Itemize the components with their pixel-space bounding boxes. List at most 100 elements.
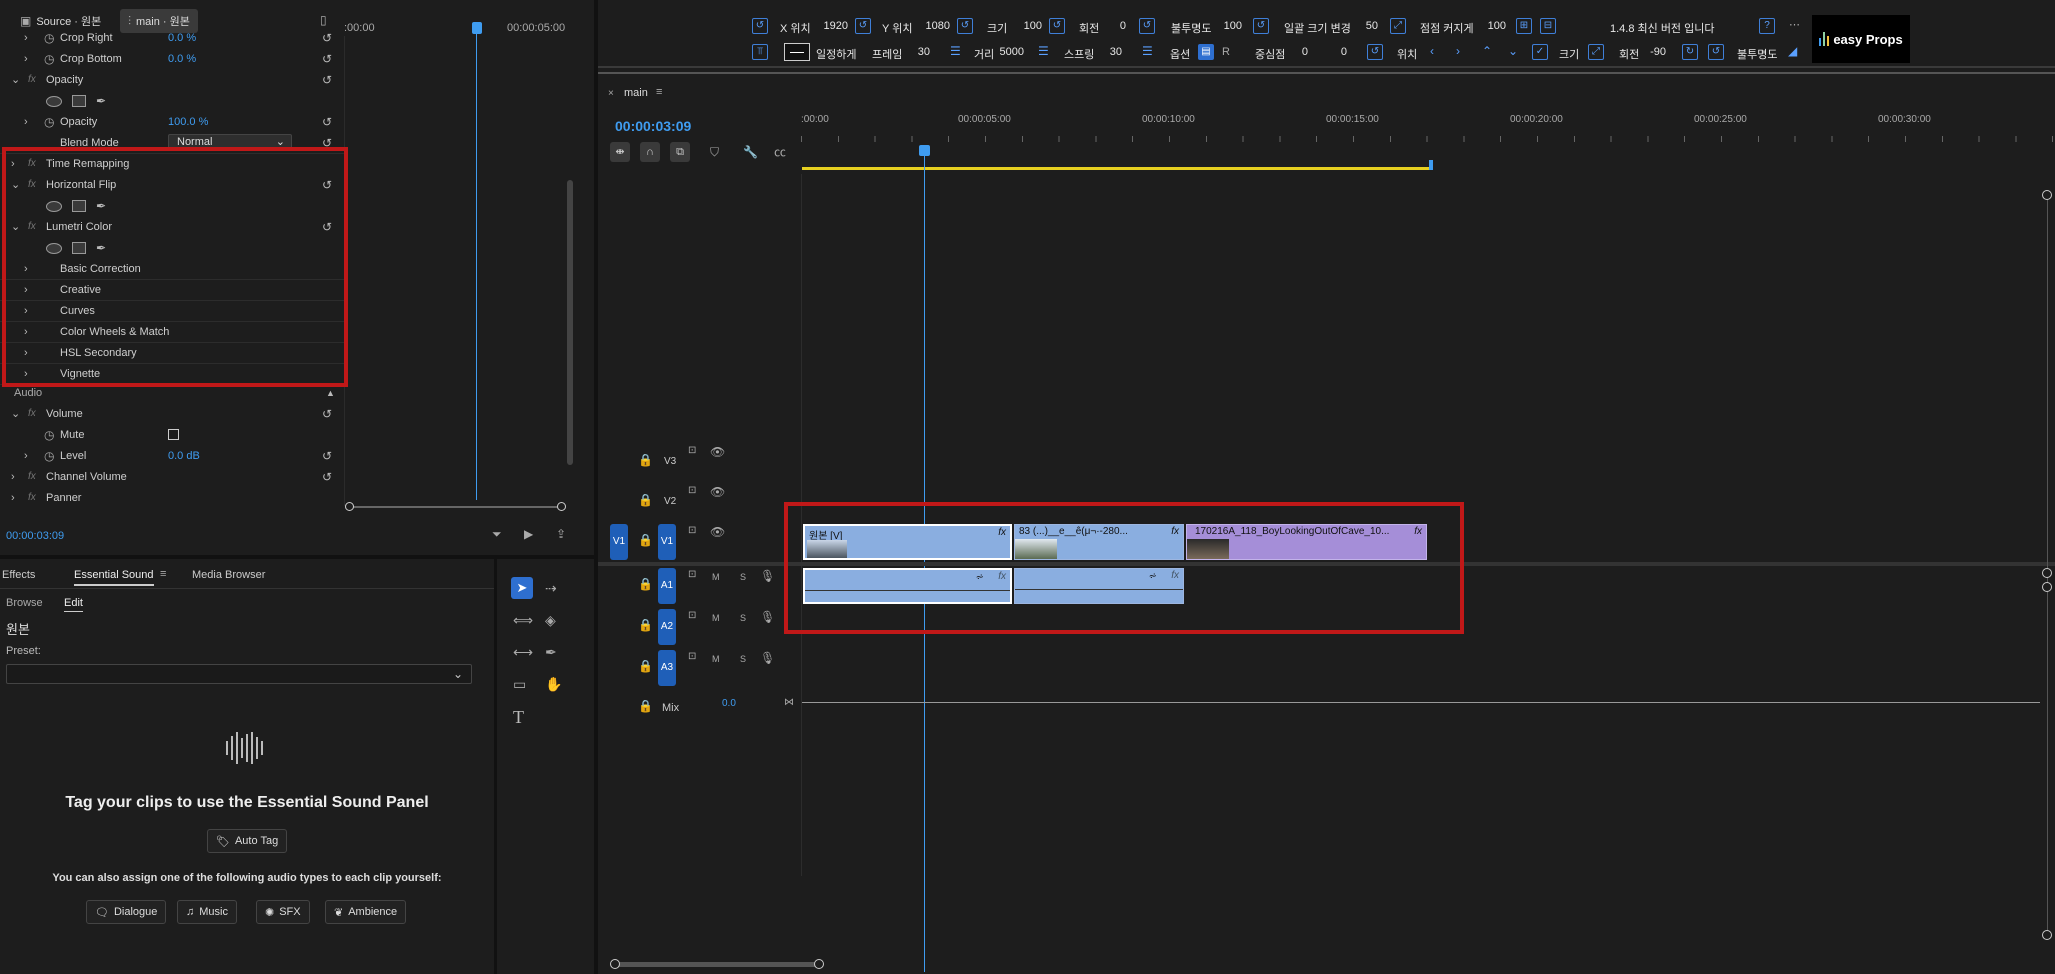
grow-icon[interactable]: ⊞ bbox=[1516, 18, 1532, 34]
eye-icon[interactable]: 👁 bbox=[710, 446, 725, 458]
fx-icon[interactable]: fx bbox=[28, 74, 36, 85]
rotate-value[interactable]: 0 bbox=[1106, 20, 1126, 32]
magnet-tool-icon[interactable]: ∩ bbox=[640, 142, 660, 162]
panner-row[interactable]: › fx Panner bbox=[0, 487, 344, 508]
reset-rotate-icon[interactable]: ↺ bbox=[1139, 18, 1155, 34]
timeline-vertical-scroll[interactable] bbox=[2047, 194, 2048, 934]
work-area-bar[interactable] bbox=[802, 167, 1429, 170]
rectangle-mask-icon[interactable] bbox=[72, 95, 86, 107]
track-target-a2[interactable]: A2 bbox=[658, 609, 676, 645]
collapse-up-icon[interactable]: ▲ bbox=[326, 388, 335, 398]
music-button[interactable]: ♫ Music bbox=[177, 900, 237, 924]
auto-tag-button[interactable]: 🏷 Auto Tag bbox=[207, 829, 288, 853]
channel-volume-row[interactable]: › fx Channel Volume ↺ bbox=[0, 466, 344, 487]
bowtie-icon[interactable]: ⋈ bbox=[784, 698, 794, 708]
time-ruler[interactable]: :00:00 00:00:05:00 00:00:10:00 00:00:15:… bbox=[801, 108, 2055, 150]
zoom-handle-left[interactable] bbox=[345, 502, 354, 511]
help-icon[interactable]: ? bbox=[1759, 18, 1775, 34]
scroll-handle-mid[interactable] bbox=[2042, 568, 2052, 578]
ripple-edit-tool-icon[interactable]: ⟺ bbox=[513, 613, 533, 627]
reset-center-icon[interactable]: ↺ bbox=[1367, 44, 1383, 60]
source-patch-v1[interactable]: V1 bbox=[610, 524, 628, 560]
slip-tool-icon[interactable]: ⟷ bbox=[513, 645, 533, 659]
opacity-section-row[interactable]: ⌄ fx Opacity ↺ bbox=[0, 69, 344, 90]
reset-x-icon[interactable]: ↺ bbox=[752, 18, 768, 34]
reset-icon[interactable]: ↺ bbox=[322, 449, 332, 463]
play-only-audio-icon[interactable]: ▶ bbox=[524, 528, 533, 540]
horizontal-zoom-bar[interactable] bbox=[348, 506, 564, 508]
filter-icon[interactable]: ⏷ bbox=[492, 528, 502, 540]
tab-media-browser[interactable]: Media Browser bbox=[192, 569, 265, 581]
mix-value[interactable]: 0.0 bbox=[722, 698, 736, 709]
subtab-edit[interactable]: Edit bbox=[64, 597, 83, 612]
vertical-scrollbar[interactable] bbox=[567, 180, 573, 465]
track-target-a1[interactable]: A1 bbox=[658, 568, 676, 604]
list-icon[interactable]: ☰ bbox=[950, 45, 961, 57]
work-area-end[interactable] bbox=[1429, 160, 1433, 170]
microphone-icon[interactable]: 🎙 bbox=[760, 570, 775, 582]
reset-icon[interactable]: ↺ bbox=[322, 470, 332, 484]
list-icon[interactable]: ☰ bbox=[1142, 45, 1153, 57]
x-value[interactable]: 1920 bbox=[818, 20, 848, 32]
rotate2-value[interactable]: -90 bbox=[1646, 46, 1666, 58]
center-x-value[interactable]: 0 bbox=[1298, 46, 1308, 58]
lock-icon[interactable]: 🔒 bbox=[638, 454, 653, 466]
close-tab-icon[interactable]: × bbox=[608, 88, 614, 99]
solo-a1[interactable]: S bbox=[740, 572, 746, 582]
reset-opacity-icon[interactable]: ↺ bbox=[1253, 18, 1269, 34]
mute-checkbox[interactable] bbox=[168, 429, 179, 440]
fx-icon[interactable]: fx bbox=[28, 408, 36, 419]
sfx-button[interactable]: ✺ SFX bbox=[256, 900, 310, 924]
source-playhead[interactable] bbox=[472, 22, 482, 34]
r-toggle[interactable]: R bbox=[1222, 46, 1230, 58]
reset-size-icon[interactable]: ↺ bbox=[1049, 18, 1065, 34]
stopwatch-icon[interactable]: ◷ bbox=[44, 429, 54, 441]
solo-a3[interactable]: S bbox=[740, 654, 746, 664]
list-icon[interactable]: ☰ bbox=[1038, 45, 1049, 57]
subtab-browse[interactable]: Browse bbox=[6, 597, 43, 609]
rotate-cw-icon[interactable]: ↻ bbox=[1682, 44, 1698, 60]
tab-essential-sound[interactable]: Essential Sound bbox=[74, 569, 154, 586]
lock-icon[interactable]: 🔒 bbox=[638, 660, 653, 672]
wrench-icon[interactable]: 🔧 bbox=[743, 146, 758, 158]
volume-row[interactable]: ⌄ fx Volume ↺ bbox=[0, 403, 344, 424]
rectangle-tool-icon[interactable]: ▭ bbox=[513, 677, 526, 691]
sync-lock-icon[interactable]: ⊡ bbox=[688, 486, 696, 496]
track-target-a3[interactable]: A3 bbox=[658, 650, 676, 686]
linked-selection-icon[interactable]: ⧉ bbox=[670, 142, 690, 162]
chevron-right-icon[interactable]: › bbox=[24, 53, 28, 65]
ambience-button[interactable]: ❦ Ambience bbox=[325, 900, 407, 924]
mute-a3[interactable]: M bbox=[712, 654, 720, 664]
captions-icon[interactable]: ㏄ bbox=[774, 146, 786, 158]
menu-icon[interactable]: ≡ bbox=[160, 569, 166, 580]
type-tool-icon[interactable]: T bbox=[513, 707, 524, 728]
pen-mask-icon[interactable]: ✒ bbox=[96, 94, 106, 108]
chevron-right-icon[interactable]: › bbox=[24, 116, 28, 128]
stopwatch-icon[interactable]: ◷ bbox=[44, 32, 54, 44]
arrow-right-icon[interactable]: › bbox=[1456, 45, 1460, 57]
chevron-right-icon[interactable]: › bbox=[11, 471, 15, 483]
reset-icon[interactable]: ↺ bbox=[322, 407, 332, 421]
snap-tool-icon[interactable]: ⇼ bbox=[610, 142, 630, 162]
chevron-right-icon[interactable]: › bbox=[24, 32, 28, 44]
lock-icon[interactable]: 🔒 bbox=[638, 578, 653, 590]
reset-icon[interactable]: ↺ bbox=[322, 31, 332, 45]
solo-a2[interactable]: S bbox=[740, 613, 746, 623]
panel-toggle-icon[interactable]: ▯ bbox=[320, 14, 327, 26]
zoom-handle-left[interactable] bbox=[610, 959, 620, 969]
preset-select[interactable]: ⌄ bbox=[6, 664, 472, 684]
stopwatch-icon[interactable]: ◷ bbox=[44, 116, 54, 128]
expand-icon[interactable]: ⤢ bbox=[1390, 18, 1406, 34]
eye-icon[interactable]: 👁 bbox=[710, 526, 725, 538]
fit-icon[interactable]: ⤢ bbox=[1588, 44, 1604, 60]
hand-tool-icon[interactable]: ✋ bbox=[545, 677, 562, 691]
export-icon[interactable]: ⇪ bbox=[556, 528, 566, 540]
size-value[interactable]: 100 bbox=[1014, 20, 1042, 32]
reset-icon[interactable]: ↺ bbox=[322, 52, 332, 66]
center-y-value[interactable]: 0 bbox=[1337, 46, 1347, 58]
arrow-down-icon[interactable]: ⌄ bbox=[1508, 45, 1518, 57]
scroll-handle-top[interactable] bbox=[2042, 190, 2052, 200]
sync-lock-icon[interactable]: ⊡ bbox=[688, 526, 696, 536]
sync-lock-icon[interactable]: ⊡ bbox=[688, 570, 696, 580]
lock-icon[interactable]: 🔒 bbox=[638, 700, 653, 712]
